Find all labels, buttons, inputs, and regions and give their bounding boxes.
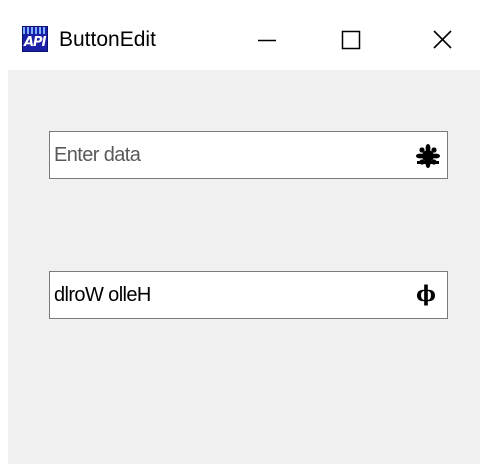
minimize-icon [258,39,276,42]
buttonedit-window: API ButtonEdit Enter data dlroW olleH ϕ [8,10,480,464]
field-1-button[interactable] [412,139,444,171]
api-app-icon[interactable]: API [22,26,48,52]
minimize-button[interactable] [234,10,294,70]
button-edit-1 [49,131,448,179]
field-2-button[interactable]: ϕ [410,279,442,311]
phi-icon: ϕ [416,281,436,306]
app-icon-stripe [23,27,47,34]
close-button[interactable] [414,10,474,70]
maximize-button[interactable] [321,10,381,70]
app-icon-glyph: API [24,35,46,50]
window-title: ButtonEdit [59,28,156,51]
close-icon [433,30,452,49]
reversed-text-input[interactable] [54,272,394,318]
splat-icon [416,144,440,168]
data-entry-input[interactable] [54,132,394,178]
button-edit-2: ϕ [49,271,448,319]
maximize-icon [341,30,361,50]
title-bar[interactable]: API ButtonEdit [8,10,480,70]
